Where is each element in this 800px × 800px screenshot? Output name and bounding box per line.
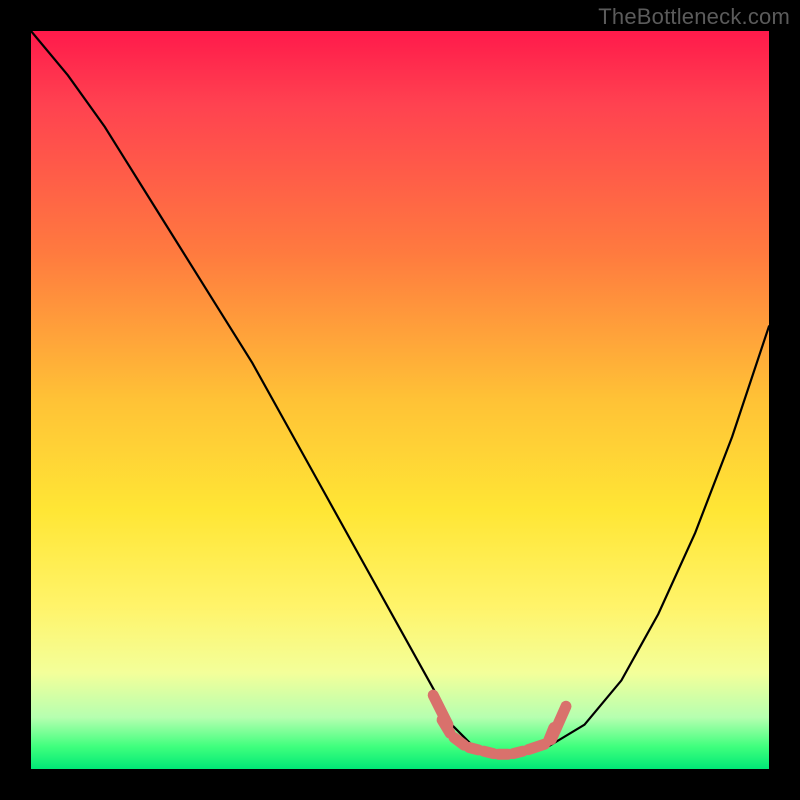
chart-frame: TheBottleneck.com [0, 0, 800, 800]
curve-line [31, 31, 769, 754]
plot-area [31, 31, 769, 769]
watermark-text: TheBottleneck.com [598, 4, 790, 30]
trough-markers [433, 695, 566, 754]
bottleneck-curve [31, 31, 769, 769]
